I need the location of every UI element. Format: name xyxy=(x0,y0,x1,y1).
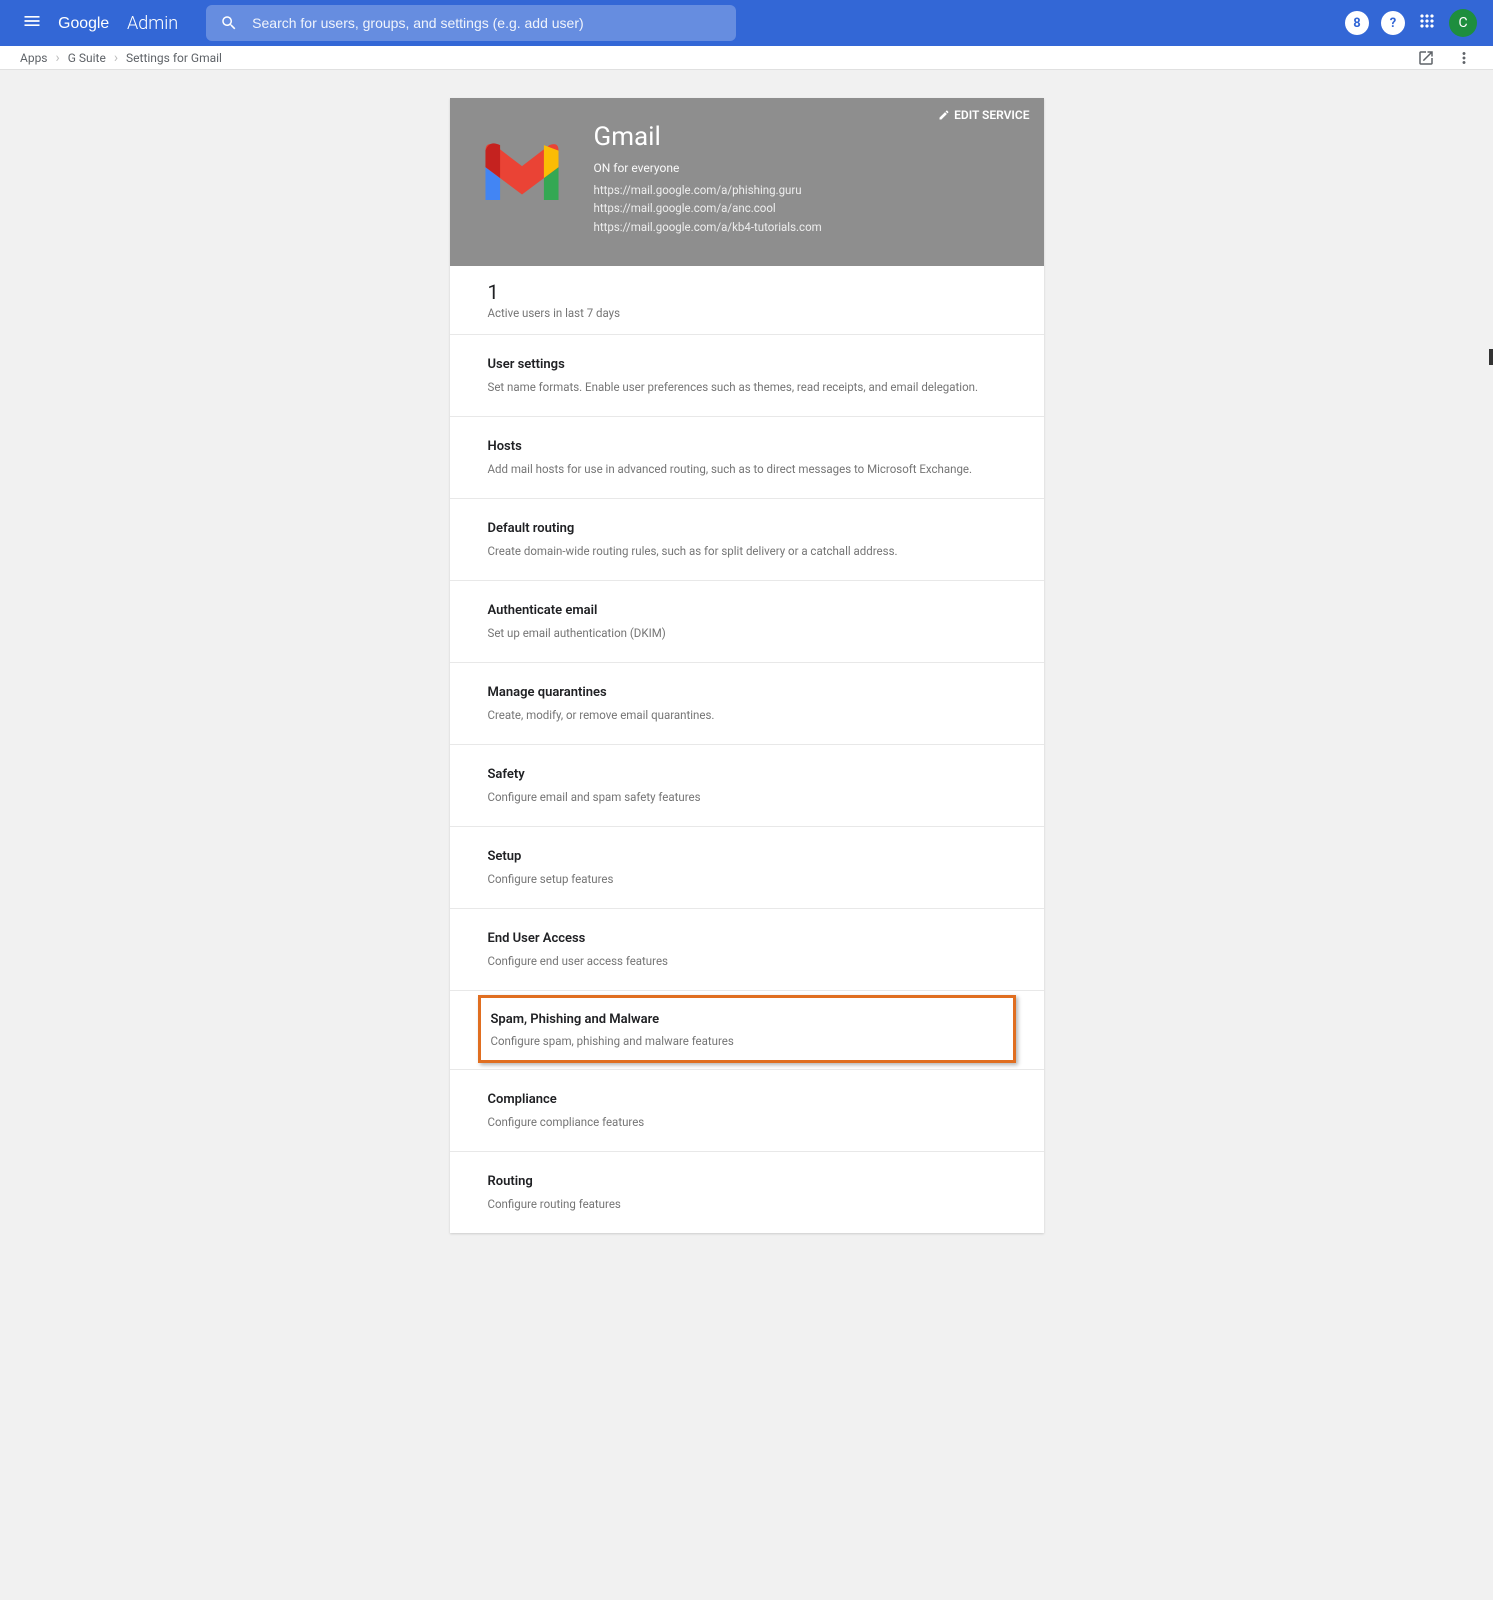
setting-title: Authenticate email xyxy=(488,603,1006,618)
svg-text:Google: Google xyxy=(58,15,109,32)
settings-list: User settings Set name formats. Enable us… xyxy=(450,335,1044,1233)
setting-item[interactable]: Safety Configure email and spam safety fe… xyxy=(450,745,1044,827)
setting-desc: Configure routing features xyxy=(488,1197,1006,1211)
chevron-right-icon: › xyxy=(56,50,60,66)
setting-item[interactable]: Authenticate email Set up email authentic… xyxy=(450,581,1044,663)
breadcrumb-actions xyxy=(1417,49,1473,67)
service-title: Gmail xyxy=(594,122,822,152)
chevron-right-icon: › xyxy=(114,50,118,66)
setting-item[interactable]: Routing Configure routing features xyxy=(450,1152,1044,1233)
setting-title: User settings xyxy=(488,357,1006,372)
setting-title: Hosts xyxy=(488,439,1006,454)
service-header: EDIT SERVICE Gmail ON for everyone https… xyxy=(450,98,1044,266)
setting-desc: Create domain-wide routing rules, such a… xyxy=(488,544,1006,558)
search-input[interactable] xyxy=(252,15,722,31)
breadcrumb-item[interactable]: G Suite xyxy=(68,51,106,65)
search-box[interactable] xyxy=(206,5,736,41)
avatar[interactable]: C xyxy=(1449,9,1477,37)
open-external-icon[interactable] xyxy=(1417,49,1435,67)
service-status: ON for everyone xyxy=(594,161,822,175)
setting-desc: Configure end user access features xyxy=(488,954,1006,968)
content-card: EDIT SERVICE Gmail ON for everyone https… xyxy=(450,98,1044,1233)
setting-title: Default routing xyxy=(488,521,1006,536)
setting-desc: Set up email authentication (DKIM) xyxy=(488,626,1006,640)
google-logo-icon: Google xyxy=(58,13,120,33)
badge-icon[interactable]: 8 xyxy=(1345,11,1369,35)
setting-item[interactable]: User settings Set name formats. Enable us… xyxy=(450,335,1044,417)
breadcrumb-bar: Apps › G Suite › Settings for Gmail xyxy=(0,46,1493,70)
setting-desc: Configure setup features xyxy=(488,872,1006,886)
setting-item[interactable]: Setup Configure setup features xyxy=(450,827,1044,909)
stats-section: 1 Active users in last 7 days xyxy=(450,266,1044,335)
service-url[interactable]: https://mail.google.com/a/kb4-tutorials.… xyxy=(594,218,822,236)
setting-title: End User Access xyxy=(488,931,1006,946)
breadcrumb-item[interactable]: Apps xyxy=(20,51,48,65)
setting-desc: Configure compliance features xyxy=(488,1115,1006,1129)
service-url[interactable]: https://mail.google.com/a/phishing.guru xyxy=(594,181,822,199)
menu-icon[interactable] xyxy=(16,5,48,41)
setting-item-wrapper: Spam, Phishing and Malware Configure spam… xyxy=(450,995,1044,1070)
stats-label: Active users in last 7 days xyxy=(488,306,1006,320)
google-admin-logo[interactable]: Google Admin xyxy=(58,13,178,34)
setting-desc: Configure email and spam safety features xyxy=(488,790,1006,804)
setting-desc: Configure spam, phishing and malware fea… xyxy=(491,1034,1003,1048)
setting-title: Safety xyxy=(488,767,1006,782)
setting-desc: Add mail hosts for use in advanced routi… xyxy=(488,462,1006,476)
admin-label: Admin xyxy=(127,13,178,34)
setting-item[interactable]: Hosts Add mail hosts for use in advanced … xyxy=(450,417,1044,499)
setting-item[interactable]: Default routing Create domain-wide routin… xyxy=(450,499,1044,581)
setting-title: Compliance xyxy=(488,1092,1006,1107)
setting-title: Setup xyxy=(488,849,1006,864)
app-header: Google Admin 8 ? C xyxy=(0,0,1493,46)
stats-value: 1 xyxy=(488,280,1006,304)
breadcrumb-item: Settings for Gmail xyxy=(126,51,222,65)
pencil-icon xyxy=(938,109,950,121)
search-icon xyxy=(220,14,238,32)
service-url[interactable]: https://mail.google.com/a/anc.cool xyxy=(594,199,822,217)
service-info: Gmail ON for everyone https://mail.googl… xyxy=(594,122,822,236)
setting-desc: Create, modify, or remove email quaranti… xyxy=(488,708,1006,722)
help-icon[interactable]: ? xyxy=(1381,11,1405,35)
setting-desc: Set name formats. Enable user preference… xyxy=(488,380,1006,394)
setting-title: Spam, Phishing and Malware xyxy=(491,1012,1003,1027)
setting-item[interactable]: Manage quarantines Create, modify, or rem… xyxy=(450,663,1044,745)
apps-grid-icon[interactable] xyxy=(1417,11,1437,35)
gmail-logo-icon xyxy=(480,136,564,200)
edit-service-button[interactable]: EDIT SERVICE xyxy=(938,108,1029,122)
setting-title: Routing xyxy=(488,1174,1006,1189)
header-right: 8 ? C xyxy=(1345,9,1477,37)
setting-item[interactable]: Compliance Configure compliance features xyxy=(450,1070,1044,1152)
more-vert-icon[interactable] xyxy=(1455,49,1473,67)
setting-title: Manage quarantines xyxy=(488,685,1006,700)
edit-service-label: EDIT SERVICE xyxy=(954,108,1029,122)
setting-item-highlighted[interactable]: Spam, Phishing and Malware Configure spam… xyxy=(478,995,1016,1063)
scrollbar-marker xyxy=(1489,349,1493,365)
setting-item[interactable]: End User Access Configure end user access… xyxy=(450,909,1044,991)
